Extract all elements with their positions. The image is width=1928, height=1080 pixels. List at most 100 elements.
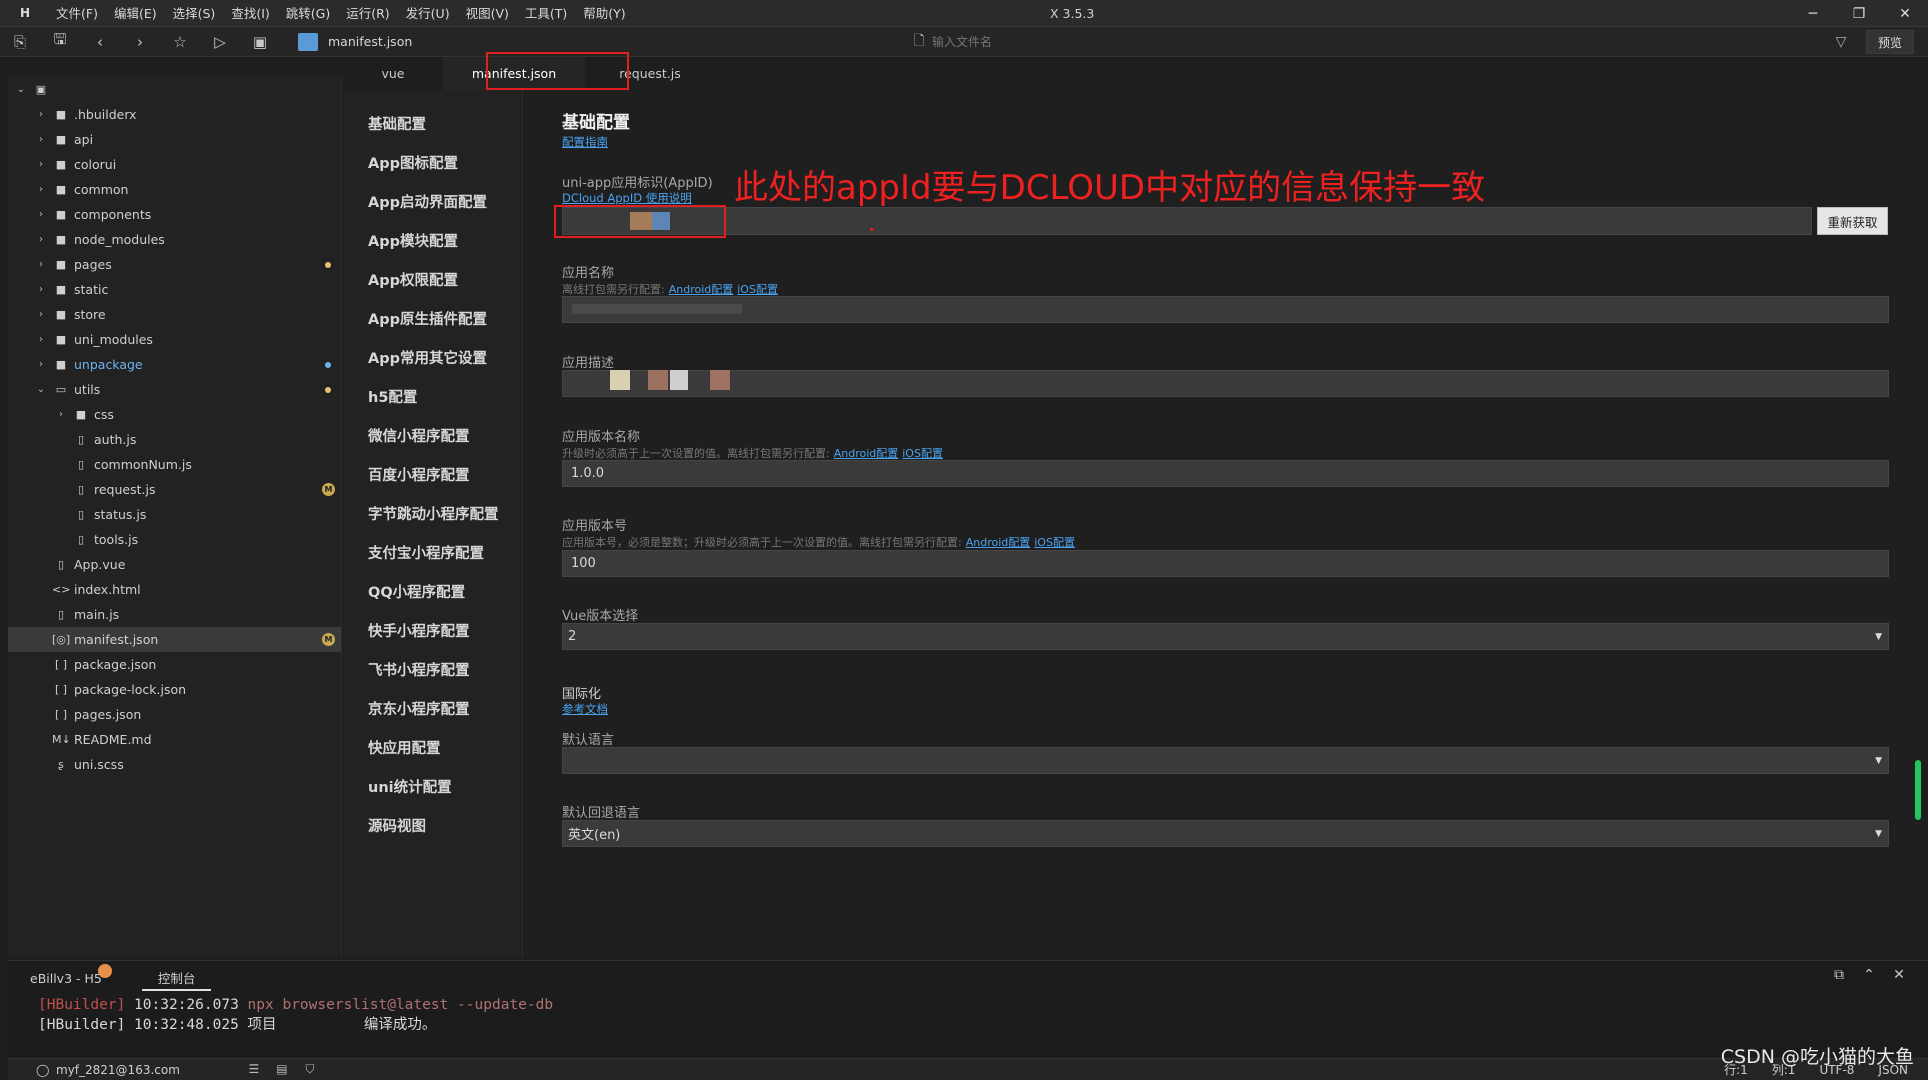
nav-baidu[interactable]: 百度小程序配置 <box>343 455 522 494</box>
bug-icon[interactable]: ⛉ <box>296 1062 324 1077</box>
tree-item-package-lock-json[interactable]: [ ] package-lock.json <box>8 677 341 702</box>
new-file-icon[interactable]: ⎘ <box>0 27 40 57</box>
menu-view[interactable]: 视图(V) <box>458 0 517 27</box>
tree-item-unpackage[interactable]: › ■ unpackage <box>8 352 341 377</box>
default-lang-select[interactable]: ▼ <box>562 747 1889 774</box>
menu-tools[interactable]: 工具(T) <box>517 0 575 27</box>
android-config-link[interactable]: Android配置 <box>669 283 734 296</box>
chevron-right-icon[interactable]: › <box>34 309 48 320</box>
tree-item-uni-scss[interactable]: ʂ uni.scss <box>8 752 341 777</box>
config-guide-link[interactable]: 配置指南 <box>562 134 608 150</box>
tree-item-api[interactable]: › ■ api <box>8 127 341 152</box>
nav-quickapp[interactable]: 快应用配置 <box>343 728 522 767</box>
tree-item-main-js[interactable]: ▯ main.js <box>8 602 341 627</box>
nav-basic[interactable]: 基础配置 <box>343 104 522 143</box>
chevron-right-icon[interactable]: › <box>34 234 48 245</box>
scroll-indicator[interactable] <box>1915 760 1921 820</box>
tree-item-utils[interactable]: ⌄ ▭ utils <box>8 377 341 402</box>
nav-jd[interactable]: 京东小程序配置 <box>343 689 522 728</box>
tree-item-manifest-json[interactable]: [◎] manifest.json M <box>8 627 341 652</box>
nav-source-view[interactable]: 源码视图 <box>343 806 522 845</box>
nav-kuaishou[interactable]: 快手小程序配置 <box>343 611 522 650</box>
nav-alipay[interactable]: 支付宝小程序配置 <box>343 533 522 572</box>
refetch-appid-button[interactable]: 重新获取 <box>1817 207 1888 235</box>
tree-item-request-js[interactable]: ▯ request.js M <box>8 477 341 502</box>
app-name-input[interactable] <box>562 296 1889 323</box>
chevron-right-icon[interactable]: › <box>34 259 48 270</box>
ios-config-link[interactable]: iOS配置 <box>902 447 943 460</box>
tab-console[interactable]: 控制台 <box>141 966 212 991</box>
menu-find[interactable]: 查找(I) <box>223 0 277 27</box>
tree-item-colorui[interactable]: › ■ colorui <box>8 152 341 177</box>
chevron-right-icon[interactable]: › <box>34 134 48 145</box>
star-icon[interactable]: ☆ <box>160 27 200 57</box>
menu-file[interactable]: 文件(F) <box>48 0 106 27</box>
nav-toutiao[interactable]: 字节跳动小程序配置 <box>343 494 522 533</box>
filter-icon[interactable]: ▽ <box>1826 27 1856 57</box>
menu-goto[interactable]: 跳转(G) <box>278 0 338 27</box>
forward-icon[interactable]: › <box>120 27 160 57</box>
appid-input[interactable] <box>562 207 1812 235</box>
tree-item-auth-js[interactable]: ▯ auth.js <box>8 427 341 452</box>
tree-item-tools-js[interactable]: ▯ tools.js <box>8 527 341 552</box>
tab-project-console[interactable]: eBillv3 - H5 <box>30 963 112 986</box>
tree-item-node-modules[interactable]: › ■ node_modules <box>8 227 341 252</box>
nav-app-splash[interactable]: App启动界面配置 <box>343 182 522 221</box>
user-account[interactable]: myf_2821@163.com <box>56 1063 180 1077</box>
tree-root[interactable]: ⌄ ▣ <box>8 77 341 102</box>
nav-app-permissions[interactable]: App权限配置 <box>343 260 522 299</box>
tree-item-index-html[interactable]: <> index.html <box>8 577 341 602</box>
tree-item-status-js[interactable]: ▯ status.js <box>8 502 341 527</box>
save-icon[interactable]: 🖫 <box>40 27 80 57</box>
nav-uni-stat[interactable]: uni统计配置 <box>343 767 522 806</box>
list-icon[interactable]: ☰ <box>240 1062 268 1077</box>
nav-app-modules[interactable]: App模块配置 <box>343 221 522 260</box>
restore-button[interactable]: ❐ <box>1836 0 1882 27</box>
tree-item-store[interactable]: › ■ store <box>8 302 341 327</box>
chevron-right-icon[interactable]: › <box>34 209 48 220</box>
ios-config-link[interactable]: iOS配置 <box>737 283 778 296</box>
tree-item-uni-modules[interactable]: › ■ uni_modules <box>8 327 341 352</box>
menu-help[interactable]: 帮助(Y) <box>575 0 633 27</box>
app-desc-input[interactable] <box>562 370 1889 397</box>
menu-select[interactable]: 选择(S) <box>165 0 224 27</box>
nav-qq[interactable]: QQ小程序配置 <box>343 572 522 611</box>
breadcrumb-file[interactable]: manifest.json <box>328 34 412 49</box>
nav-app-other[interactable]: App常用其它设置 <box>343 338 522 377</box>
menu-run[interactable]: 运行(R) <box>338 0 397 27</box>
tree-item-hbuilderx[interactable]: › ■ .hbuilderx <box>8 102 341 127</box>
tree-item-common[interactable]: › ■ common <box>8 177 341 202</box>
nav-h5[interactable]: h5配置 <box>343 377 522 416</box>
tree-item-css[interactable]: › ■ css <box>8 402 341 427</box>
chevron-down-icon[interactable]: ⌄ <box>14 84 28 95</box>
version-name-input[interactable]: 1.0.0 <box>562 460 1889 487</box>
tab-vue[interactable]: vue <box>343 57 443 90</box>
ios-config-link[interactable]: iOS配置 <box>1034 536 1075 549</box>
tree-item-commonnum-js[interactable]: ▯ commonNum.js <box>8 452 341 477</box>
chevron-right-icon[interactable]: › <box>34 184 48 195</box>
tree-item-readme-md[interactable]: M↓ README.md <box>8 727 341 752</box>
fallback-lang-select[interactable]: 英文(en) ▼ <box>562 820 1889 847</box>
back-icon[interactable]: ‹ <box>80 27 120 57</box>
chevron-right-icon[interactable]: › <box>34 159 48 170</box>
nav-app-native-plugins[interactable]: App原生插件配置 <box>343 299 522 338</box>
tree-item-static[interactable]: › ■ static <box>8 277 341 302</box>
tree-item-pages-json[interactable]: [ ] pages.json <box>8 702 341 727</box>
minimize-button[interactable]: ─ <box>1790 0 1836 27</box>
chevron-down-icon[interactable]: ⌄ <box>34 384 48 395</box>
chevron-right-icon[interactable]: › <box>34 109 48 120</box>
close-panel-icon[interactable]: ✕ <box>1884 967 1914 983</box>
nav-app-icon[interactable]: App图标配置 <box>343 143 522 182</box>
vue-version-select[interactable]: 2 ▼ <box>562 623 1889 650</box>
file-search-input[interactable] <box>932 35 1432 49</box>
nav-lark[interactable]: 飞书小程序配置 <box>343 650 522 689</box>
message-icon[interactable]: ▤ <box>268 1062 296 1077</box>
open-external-icon[interactable]: ⧉ <box>1824 967 1854 983</box>
version-code-input[interactable]: 100 <box>562 550 1889 577</box>
appid-help-link[interactable]: DCloud AppID 使用说明 <box>562 190 692 206</box>
preview-button[interactable]: 预览 <box>1866 30 1914 54</box>
run-icon[interactable]: ▷ <box>200 27 240 57</box>
menu-edit[interactable]: 编辑(E) <box>106 0 165 27</box>
tree-item-components[interactable]: › ■ components <box>8 202 341 227</box>
close-button[interactable]: ✕ <box>1882 0 1928 27</box>
